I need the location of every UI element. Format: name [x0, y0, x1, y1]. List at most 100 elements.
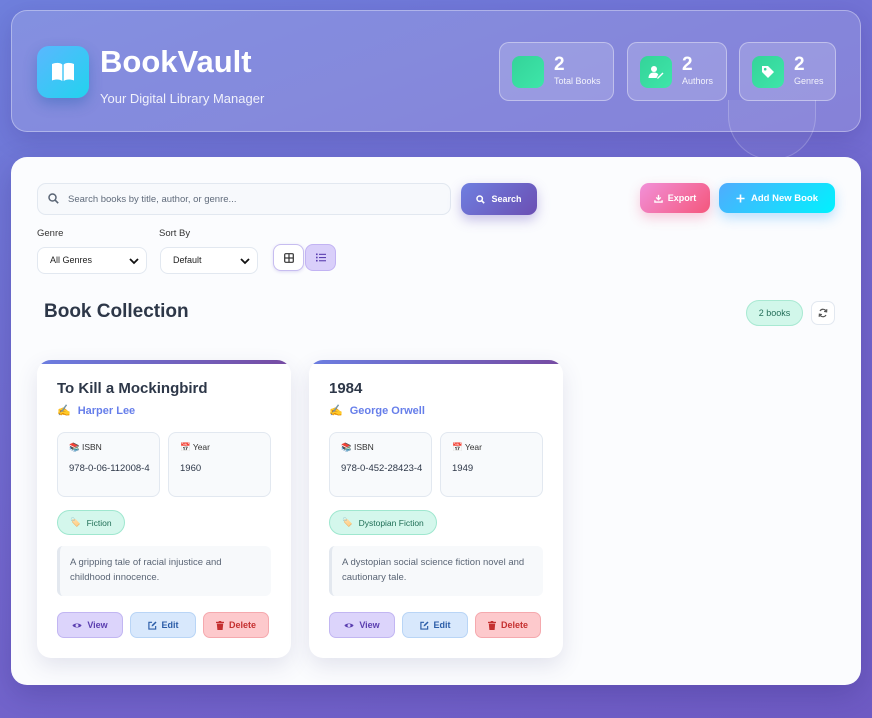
- genre-label: Dystopian Fiction: [358, 517, 424, 528]
- view-button-label: View: [359, 620, 380, 630]
- view-button-label: View: [87, 620, 108, 630]
- card-accent-bar: [309, 360, 563, 364]
- grid-view-button[interactable]: [273, 244, 304, 271]
- year-box: 📅 Year 1949: [440, 432, 543, 497]
- stat-label: Authors: [682, 76, 714, 86]
- view-button[interactable]: View: [329, 612, 395, 638]
- grid-icon: [283, 252, 294, 263]
- stat-label: Genres: [794, 76, 824, 86]
- genre-select-value: All Genres: [50, 255, 93, 265]
- user-edit-icon: [640, 56, 672, 88]
- sort-select[interactable]: Default: [160, 247, 258, 274]
- book-author: ✍️ George Orwell: [329, 404, 425, 417]
- export-button[interactable]: Export: [640, 183, 710, 213]
- stat-label: Total Books: [554, 76, 601, 86]
- book-card: 1984 ✍️ George Orwell 📚 ISBN 978-0-452-28…: [309, 360, 563, 658]
- genre-label: Fiction: [86, 517, 112, 528]
- calendar-icon: 📅: [452, 442, 463, 452]
- refresh-button[interactable]: [811, 301, 835, 325]
- book-author-name: George Orwell: [349, 405, 425, 417]
- collection-title: Book Collection: [44, 301, 189, 322]
- edit-icon: [147, 620, 157, 630]
- refresh-icon: [818, 308, 828, 318]
- download-icon: [653, 194, 663, 203]
- edit-button[interactable]: Edit: [402, 612, 468, 638]
- isbn-box: 📚 ISBN 978-0-06-112008-4: [57, 432, 160, 497]
- book-title: To Kill a Mockingbird: [57, 380, 208, 397]
- stat-value: 2: [682, 54, 693, 75]
- edit-button-label: Edit: [433, 620, 451, 630]
- isbn-header: 📚 ISBN: [341, 442, 374, 453]
- delete-button[interactable]: Delete: [203, 612, 269, 638]
- add-new-book-label: Add New Book: [750, 192, 819, 204]
- book-description: A dystopian social science fiction novel…: [329, 546, 543, 596]
- search-icon: [48, 193, 59, 204]
- card-accent-bar: [37, 360, 291, 364]
- year-header: 📅 Year: [180, 442, 210, 453]
- edit-icon: [419, 620, 429, 630]
- year-value: 1960: [180, 463, 202, 474]
- isbn-value: 978-0-06-112008-4: [69, 463, 150, 474]
- view-button[interactable]: View: [57, 612, 123, 638]
- list-icon: [315, 253, 326, 262]
- plus-icon: [736, 193, 745, 203]
- search-button-label: Search: [491, 194, 522, 204]
- books-icon: 📚: [69, 442, 80, 452]
- isbn-box: 📚 ISBN 978-0-452-28423-4: [329, 432, 432, 497]
- blank-icon: [512, 56, 544, 88]
- trash-icon: [487, 620, 496, 630]
- delete-button[interactable]: Delete: [475, 612, 541, 638]
- books-icon: 📚: [341, 442, 352, 452]
- sort-select-value: Default: [173, 255, 202, 265]
- trash-icon: [215, 620, 224, 630]
- year-value: 1949: [452, 463, 474, 474]
- add-new-book-button[interactable]: Add New Book: [719, 183, 835, 213]
- year-header: 📅 Year: [452, 442, 482, 453]
- stat-genres: 2 Genres: [739, 42, 836, 101]
- edit-button[interactable]: Edit: [130, 612, 196, 638]
- year-label: Year: [464, 442, 482, 452]
- book-count-badge: 2 books: [746, 300, 803, 326]
- isbn-label: ISBN: [81, 442, 102, 452]
- calendar-icon: 📅: [180, 442, 191, 452]
- delete-button-label: Delete: [500, 620, 528, 630]
- isbn-label: ISBN: [353, 442, 374, 452]
- stat-authors: 2 Authors: [627, 42, 727, 101]
- edit-button-label: Edit: [161, 620, 179, 630]
- main-panel: Search Export Add New Book Genre All Gen…: [11, 157, 861, 685]
- delete-button-label: Delete: [228, 620, 256, 630]
- book-logo-icon: [37, 46, 89, 98]
- decorative-orb: [728, 100, 816, 160]
- app-subtitle: Your Digital Library Manager: [100, 91, 265, 106]
- chevron-down-icon: [129, 258, 139, 265]
- search-icon: [476, 194, 486, 204]
- genre-badge: 🏷️ Fiction: [57, 510, 125, 535]
- list-view-button[interactable]: [305, 244, 336, 271]
- tag-icon: [752, 56, 784, 88]
- eye-icon: [72, 623, 82, 627]
- app-title: BookVault: [100, 44, 252, 79]
- search-input[interactable]: [68, 184, 446, 214]
- writing-hand-icon: ✍️: [329, 405, 343, 417]
- year-label: Year: [192, 442, 210, 452]
- book-author-name: Harper Lee: [77, 405, 136, 417]
- search-field[interactable]: [37, 183, 451, 215]
- tag-icon: 🏷️: [70, 517, 81, 527]
- genre-badge: 🏷️ Dystopian Fiction: [329, 510, 437, 535]
- book-card: To Kill a Mockingbird ✍️ Harper Lee 📚 ISB…: [37, 360, 291, 658]
- book-author: ✍️ Harper Lee: [57, 404, 135, 417]
- isbn-value: 978-0-452-28423-4: [341, 463, 423, 474]
- genre-select[interactable]: All Genres: [37, 247, 147, 274]
- isbn-header: 📚 ISBN: [69, 442, 102, 453]
- stat-value: 2: [794, 54, 805, 75]
- writing-hand-icon: ✍️: [57, 405, 71, 417]
- tag-icon: 🏷️: [342, 517, 353, 527]
- search-button[interactable]: Search: [461, 183, 537, 215]
- book-description: A gripping tale of racial injustice and …: [57, 546, 271, 596]
- chevron-down-icon: [240, 258, 250, 265]
- stat-value: 2: [554, 54, 565, 75]
- year-box: 📅 Year 1960: [168, 432, 271, 497]
- stat-total-books: 2 Total Books: [499, 42, 614, 101]
- sort-filter-label: Sort By: [159, 228, 191, 239]
- eye-icon: [344, 623, 354, 627]
